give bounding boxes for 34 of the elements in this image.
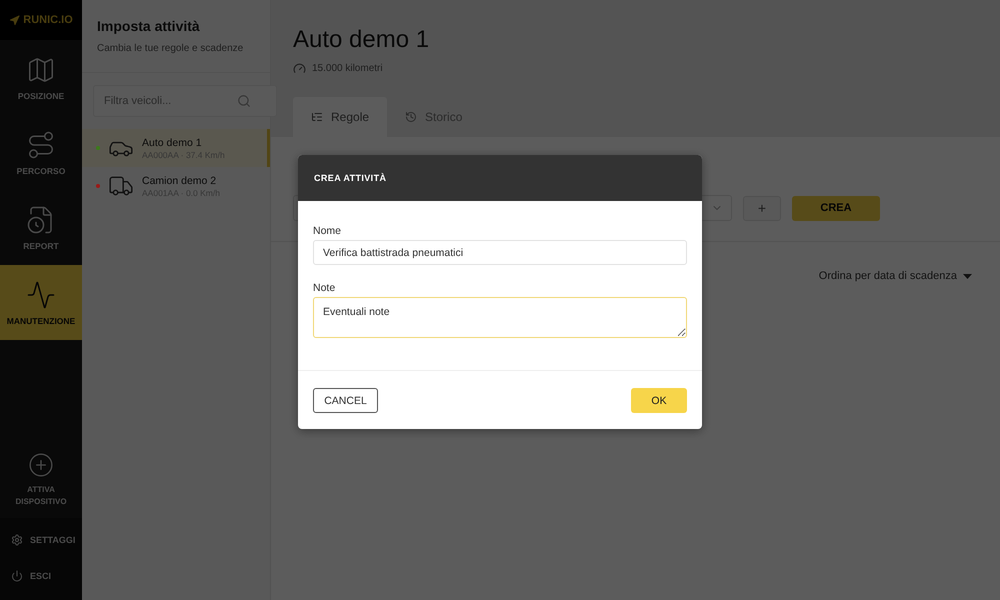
vehicle-name: Auto demo 1 — [142, 136, 203, 148]
cancel-button[interactable]: CANCEL — [313, 388, 378, 413]
notes-field[interactable]: Eventuali note — [313, 297, 687, 338]
panel-subtitle: Cambia le tue regole e scadenze — [97, 43, 244, 54]
footer-menu-item[interactable]: ESCI — [0, 558, 82, 594]
name-field[interactable]: Verifica battistrada pneumatici — [313, 240, 687, 265]
search-icon — [237, 94, 251, 108]
nav-item[interactable]: REPORT — [0, 190, 82, 265]
ok-button[interactable]: OK — [631, 388, 687, 413]
add-button[interactable]: + — [743, 196, 781, 220]
add-circle-icon — [28, 452, 54, 478]
caret-icon — [963, 274, 972, 278]
vehicle-name: Camion demo 2 — [142, 174, 218, 186]
pulse-icon — [26, 280, 56, 310]
route-icon — [26, 130, 56, 160]
brand-logo: RUNIC.IO — [0, 0, 82, 40]
sort-dropdown[interactable]: Ordina per data di scadenza — [818, 270, 972, 282]
list-icon — [311, 111, 323, 123]
gauge-icon — [293, 62, 306, 75]
nav-item[interactable]: POSIZIONE — [0, 40, 82, 115]
nav-item[interactable]: PERCORSO — [0, 115, 82, 190]
power-icon — [11, 570, 23, 582]
settings-icon — [11, 534, 23, 546]
dialog-title: CREA ATTIVITÀ — [314, 173, 386, 183]
tab[interactable]: Regole — [293, 97, 388, 137]
field-label: Note — [313, 282, 336, 294]
vehicle-title: Auto demo 1 — [293, 26, 430, 54]
nav-item[interactable]: MANUTENZIONE — [0, 265, 82, 340]
footer-menu-item[interactable]: SETTAGGI — [0, 522, 82, 558]
field-label: Nome — [313, 225, 342, 237]
panel-title: Imposta attività — [97, 18, 201, 34]
create-button[interactable]: CREA — [792, 196, 880, 220]
activate-device-link[interactable]: ATTIVA DISPOSITIVO — [11, 484, 71, 508]
history-icon — [405, 111, 418, 123]
